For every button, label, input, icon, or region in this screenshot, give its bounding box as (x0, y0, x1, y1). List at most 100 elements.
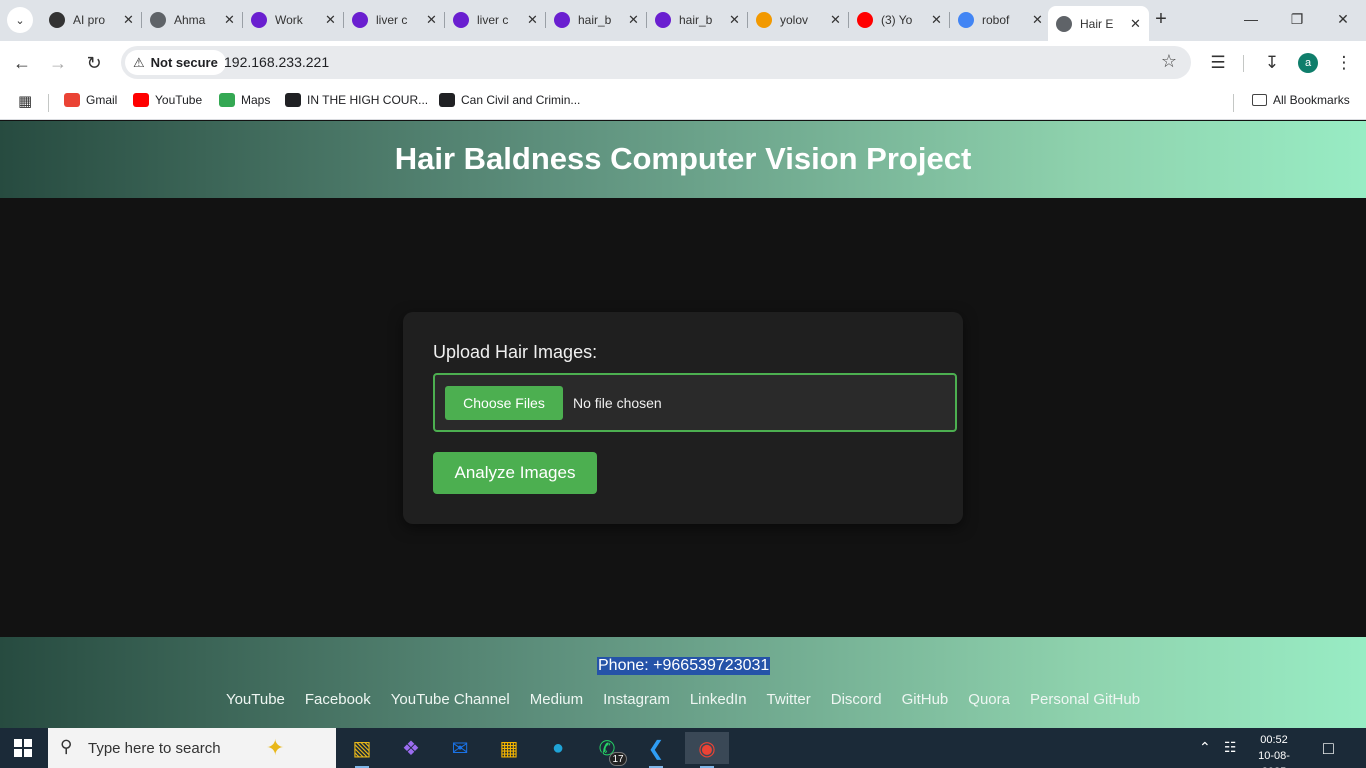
security-chip[interactable]: ⚠ Not secure (125, 50, 226, 75)
tab-close-icon[interactable]: ✕ (931, 12, 942, 28)
store-icon[interactable]: ▦ (493, 732, 525, 764)
apps-grid-icon[interactable]: ▦ (18, 92, 32, 110)
tab-label: Hair E (1080, 16, 1114, 31)
browser-tab[interactable]: Hair E ✕ (1048, 6, 1149, 41)
tab-close-icon[interactable]: ✕ (325, 12, 336, 28)
footer-link[interactable]: Personal GitHub (1030, 691, 1140, 708)
browser-tab[interactable]: liver c ✕ (445, 6, 546, 34)
browser-tab[interactable]: hair_b ✕ (546, 6, 647, 34)
address-bar[interactable]: ⚠ Not secure 192.168.233.221 ☆ (121, 46, 1191, 79)
app-icon (655, 12, 671, 28)
youtube-icon (857, 12, 873, 28)
forward-button[interactable]: → (45, 50, 71, 76)
chatgpt-icon (49, 12, 65, 28)
app-icon (453, 12, 469, 28)
notification-icon[interactable]: □ (1323, 738, 1334, 759)
file-input[interactable]: Choose Files No file chosen (433, 373, 957, 432)
extensions-icon[interactable]: ☰ (1208, 53, 1228, 73)
page-title: Hair Baldness Computer Vision Project (394, 140, 972, 176)
browser-tab[interactable]: (3) Yo ✕ (849, 6, 950, 34)
analyze-images-button[interactable]: Analyze Images (433, 452, 597, 494)
tab-close-icon[interactable]: ✕ (426, 12, 437, 28)
security-label: Not secure (150, 55, 218, 70)
outlook-icon[interactable]: ✉ (444, 732, 476, 764)
footer-links: YouTube Facebook YouTube Channel Medium Inst… (0, 691, 1366, 708)
reload-button[interactable]: ↻ (81, 50, 107, 76)
new-tab-button[interactable]: + (1150, 8, 1172, 30)
globe-icon (1056, 15, 1072, 32)
edge-icon[interactable]: ● (542, 732, 574, 764)
youtube-icon (133, 93, 149, 107)
tab-search-button[interactable]: ⌄ (7, 7, 33, 33)
bookmark-label: Maps (241, 93, 271, 107)
app-icon (554, 12, 570, 28)
tab-label: AI pro (73, 13, 106, 27)
url-text[interactable]: 192.168.233.221 (224, 54, 329, 70)
browser-tab[interactable]: Ahma ✕ (142, 6, 243, 34)
bookmark-item[interactable]: YouTube (133, 93, 202, 107)
vscode-icon[interactable]: ❮ (640, 732, 672, 768)
tab-close-icon[interactable]: ✕ (527, 12, 538, 28)
menu-dots-icon[interactable]: ⋮ (1334, 53, 1354, 73)
footer-link[interactable]: Quora (968, 691, 1010, 708)
download-icon[interactable]: ↧ (1262, 53, 1282, 73)
tab-close-icon[interactable]: ✕ (628, 12, 639, 28)
tab-close-icon[interactable]: ✕ (1130, 16, 1141, 32)
bookmarks-bar: ▦ Gmail YouTube Maps IN THE HIGH COUR... Can… (0, 84, 1366, 120)
bookmark-label: Gmail (86, 93, 118, 107)
footer-link[interactable]: GitHub (902, 691, 949, 708)
footer-link[interactable]: LinkedIn (690, 691, 747, 708)
tab-close-icon[interactable]: ✕ (830, 12, 841, 28)
start-button[interactable] (14, 739, 32, 757)
browser-tab[interactable]: AI pro ✕ (41, 6, 142, 34)
browser-tab[interactable]: yolov ✕ (748, 6, 849, 34)
choose-files-button[interactable]: Choose Files (445, 386, 563, 420)
file-explorer-icon[interactable]: ▧ (346, 732, 378, 768)
browser-tab[interactable]: robof ✕ (950, 6, 1051, 34)
footer-link[interactable]: Facebook (305, 691, 371, 708)
tab-close-icon[interactable]: ✕ (123, 12, 134, 28)
plus-icon: + (1155, 8, 1167, 30)
taskbar-search[interactable]: ⚲ Type here to search ✦ (48, 728, 336, 768)
browser-tab[interactable]: Work ✕ (243, 6, 344, 34)
close-window-button[interactable]: ✕ (1333, 8, 1353, 30)
bookmark-label: Can Civil and Crimin... (461, 93, 581, 107)
footer-link[interactable]: YouTube Channel (391, 691, 510, 708)
footer-link[interactable]: Discord (831, 691, 882, 708)
network-icon[interactable]: ☷ (1224, 739, 1237, 756)
whatsapp-icon[interactable]: ✆ 17 (591, 732, 627, 766)
tab-close-icon[interactable]: ✕ (729, 12, 740, 28)
browser-tab[interactable]: hair_b ✕ (647, 6, 748, 34)
bookmark-star-icon[interactable]: ☆ (1161, 51, 1177, 72)
footer-link[interactable]: Instagram (603, 691, 670, 708)
all-bookmarks-button[interactable]: All Bookmarks (1252, 93, 1350, 107)
profile-avatar[interactable]: a (1298, 53, 1318, 73)
reload-icon: ↻ (86, 53, 102, 73)
close-icon: ✕ (1337, 11, 1349, 27)
toolbar-divider (1243, 55, 1244, 72)
bookmark-item[interactable]: Gmail (64, 93, 117, 107)
restore-button[interactable]: ❐ (1287, 8, 1307, 30)
minimize-button[interactable]: — (1241, 8, 1261, 30)
bookmarks-divider (1233, 94, 1234, 112)
bookmark-item[interactable]: Maps (219, 93, 270, 107)
footer-link[interactable]: YouTube (226, 691, 285, 708)
tab-label: Ahma (174, 13, 206, 27)
footer-link[interactable]: Twitter (767, 691, 811, 708)
back-button[interactable]: ← (9, 50, 35, 76)
chrome-icon[interactable]: ◉ (685, 732, 729, 768)
bookmark-item[interactable]: IN THE HIGH COUR... (285, 93, 428, 107)
tab-close-icon[interactable]: ✕ (1032, 12, 1043, 28)
tab-label: robof (982, 13, 1010, 27)
copilot-icon[interactable]: ❖ (395, 732, 427, 764)
browser-tab[interactable]: liver c ✕ (344, 6, 445, 34)
clock-date: 10-08-2025 (1258, 750, 1290, 768)
tray-chevron-icon[interactable]: ⌃ (1199, 739, 1211, 756)
back-arrow-icon: ← (13, 53, 31, 73)
tab-label: yolov (780, 13, 809, 27)
no-file-text: No file chosen (573, 395, 662, 411)
bookmark-item[interactable]: Can Civil and Crimin... (439, 93, 580, 107)
footer-link[interactable]: Medium (530, 691, 583, 708)
clock[interactable]: 00:52 10-08-2025 (1248, 732, 1300, 768)
tab-close-icon[interactable]: ✕ (224, 12, 235, 28)
